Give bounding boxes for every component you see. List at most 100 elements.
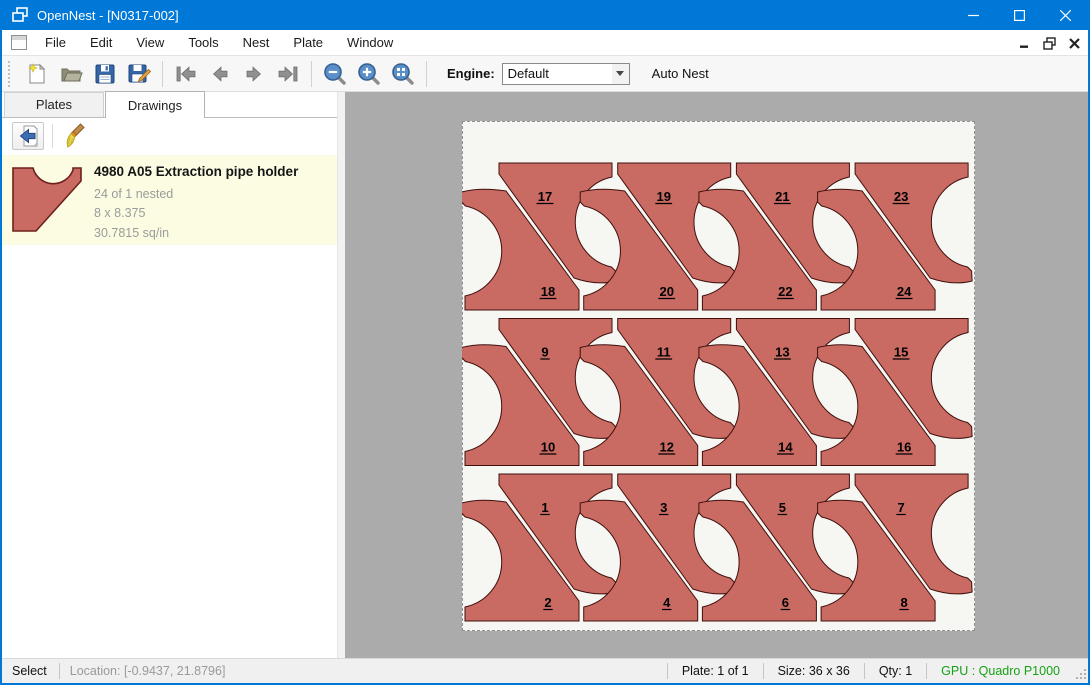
part-number-label: 22 xyxy=(778,284,792,299)
part-number-label: 8 xyxy=(900,595,907,610)
part-number-label: 2 xyxy=(544,595,551,610)
panel-toolbar-separator xyxy=(52,124,53,148)
title-bar[interactable]: OpenNest - [N0317-002] xyxy=(2,0,1088,30)
menu-nest[interactable]: Nest xyxy=(231,31,282,54)
drawing-dimensions: 8 x 8.375 xyxy=(94,204,337,223)
import-drawing-button[interactable] xyxy=(12,122,44,150)
part-number-label: 20 xyxy=(659,284,673,299)
zoom-extents-button[interactable] xyxy=(386,59,420,89)
plate: 171819202122232491011121314151612345678 xyxy=(462,121,975,631)
main-toolbar: Engine: Default Auto Nest xyxy=(2,56,1088,92)
nest-layout: 171819202122232491011121314151612345678 xyxy=(462,121,975,631)
menu-plate[interactable]: Plate xyxy=(281,31,335,54)
minimize-icon xyxy=(968,10,979,21)
drawing-nested-count: 24 of 1 nested xyxy=(94,185,337,204)
toolbar-separator xyxy=(426,61,427,87)
menu-file[interactable]: File xyxy=(33,31,78,54)
status-location: Location: [-0.9437, 21.8796] xyxy=(60,664,236,678)
nest-canvas[interactable]: 171819202122232491011121314151612345678 xyxy=(345,92,1088,658)
part-number-label: 16 xyxy=(897,440,911,455)
part-number-label: 10 xyxy=(541,440,555,455)
toolbar-separator xyxy=(162,61,163,87)
mdi-minimize-icon xyxy=(1019,37,1031,49)
mdi-minimize-button[interactable] xyxy=(1017,36,1032,50)
menu-view[interactable]: View xyxy=(124,31,176,54)
tab-drawings[interactable]: Drawings xyxy=(105,91,205,118)
part-shape-thumbnail xyxy=(10,166,86,234)
go-first-icon xyxy=(173,62,199,86)
toolbar-grip[interactable] xyxy=(7,61,11,87)
nest-pair: 9 10 xyxy=(462,319,616,466)
go-previous-icon xyxy=(207,62,233,86)
resize-grip[interactable] xyxy=(1074,659,1088,683)
part-number-label: 1 xyxy=(541,500,548,515)
menu-edit[interactable]: Edit xyxy=(78,31,124,54)
engine-selected-value: Default xyxy=(508,66,612,81)
resize-grip-icon xyxy=(1075,668,1087,680)
go-next-button[interactable] xyxy=(237,59,271,89)
status-plate: Plate: 1 of 1 xyxy=(668,664,763,678)
engine-select[interactable]: Default xyxy=(502,63,630,85)
mdi-close-icon xyxy=(1069,38,1080,49)
nest-pair: 78 xyxy=(818,474,973,621)
tab-plates[interactable]: Plates xyxy=(4,92,104,117)
go-first-button[interactable] xyxy=(169,59,203,89)
clean-drawings-button[interactable] xyxy=(61,122,93,150)
menu-tools[interactable]: Tools xyxy=(176,31,230,54)
main-area: Plates Drawings xyxy=(2,92,1088,658)
drawings-toolbar xyxy=(2,119,337,153)
part-number-label: 19 xyxy=(656,189,670,204)
panel-scrollbar[interactable] xyxy=(337,92,345,658)
open-file-button[interactable] xyxy=(54,59,88,89)
mdi-close-button[interactable] xyxy=(1067,36,1082,50)
minimize-button[interactable] xyxy=(950,0,996,30)
save-as-icon xyxy=(127,62,151,86)
part-number-label: 18 xyxy=(541,284,555,299)
engine-label: Engine: xyxy=(447,66,495,81)
menu-window[interactable]: Window xyxy=(335,31,405,54)
part-number-label: 15 xyxy=(894,345,908,360)
maximize-icon xyxy=(1014,10,1025,21)
mdi-restore-button[interactable] xyxy=(1042,36,1057,50)
auto-nest-button[interactable]: Auto Nest xyxy=(644,61,717,86)
nest-pair: 1718 xyxy=(462,163,616,310)
status-mode: Select xyxy=(2,664,59,678)
go-next-icon xyxy=(241,62,267,86)
part-number-label: 21 xyxy=(775,189,789,204)
status-bar: Select Location: [-0.9437, 21.8796] Plat… xyxy=(2,658,1088,683)
drawing-area: 30.7815 sq/in xyxy=(94,224,337,243)
maximize-button[interactable] xyxy=(996,0,1042,30)
nest-pair: 1920 xyxy=(580,163,735,310)
new-document-icon xyxy=(25,62,49,86)
save-button[interactable] xyxy=(88,59,122,89)
part-number-label: 5 xyxy=(779,500,786,515)
nest-pair: 56 xyxy=(699,474,854,621)
part-number-label: 4 xyxy=(663,595,671,610)
go-last-button[interactable] xyxy=(271,59,305,89)
drawing-list-item[interactable]: 4980 A05 Extraction pipe holder 24 of 1 … xyxy=(2,155,337,245)
close-icon xyxy=(1060,10,1071,21)
engine-dropdown-button[interactable] xyxy=(612,64,629,84)
side-panel: Plates Drawings xyxy=(2,92,345,658)
part-number-label: 7 xyxy=(897,500,904,515)
window-title: OpenNest - [N0317-002] xyxy=(37,8,179,23)
part-number-label: 12 xyxy=(659,440,673,455)
chevron-down-icon xyxy=(616,71,624,76)
nest-pair: 11 12 xyxy=(580,319,735,466)
part-number-label: 9 xyxy=(541,345,548,360)
close-button[interactable] xyxy=(1042,0,1088,30)
zoom-out-button[interactable] xyxy=(318,59,352,89)
document-icon[interactable] xyxy=(11,35,27,50)
zoom-out-icon xyxy=(322,61,348,87)
go-previous-button[interactable] xyxy=(203,59,237,89)
toolbar-separator xyxy=(311,61,312,87)
save-as-button[interactable] xyxy=(122,59,156,89)
app-icon xyxy=(11,6,29,24)
nest-pair: 2324 xyxy=(818,163,973,310)
part-number-label: 11 xyxy=(657,345,671,360)
new-document-button[interactable] xyxy=(20,59,54,89)
zoom-in-button[interactable] xyxy=(352,59,386,89)
import-drawing-icon xyxy=(16,124,40,148)
nest-pair: 12 xyxy=(462,474,616,621)
part-number-label: 14 xyxy=(778,440,793,455)
